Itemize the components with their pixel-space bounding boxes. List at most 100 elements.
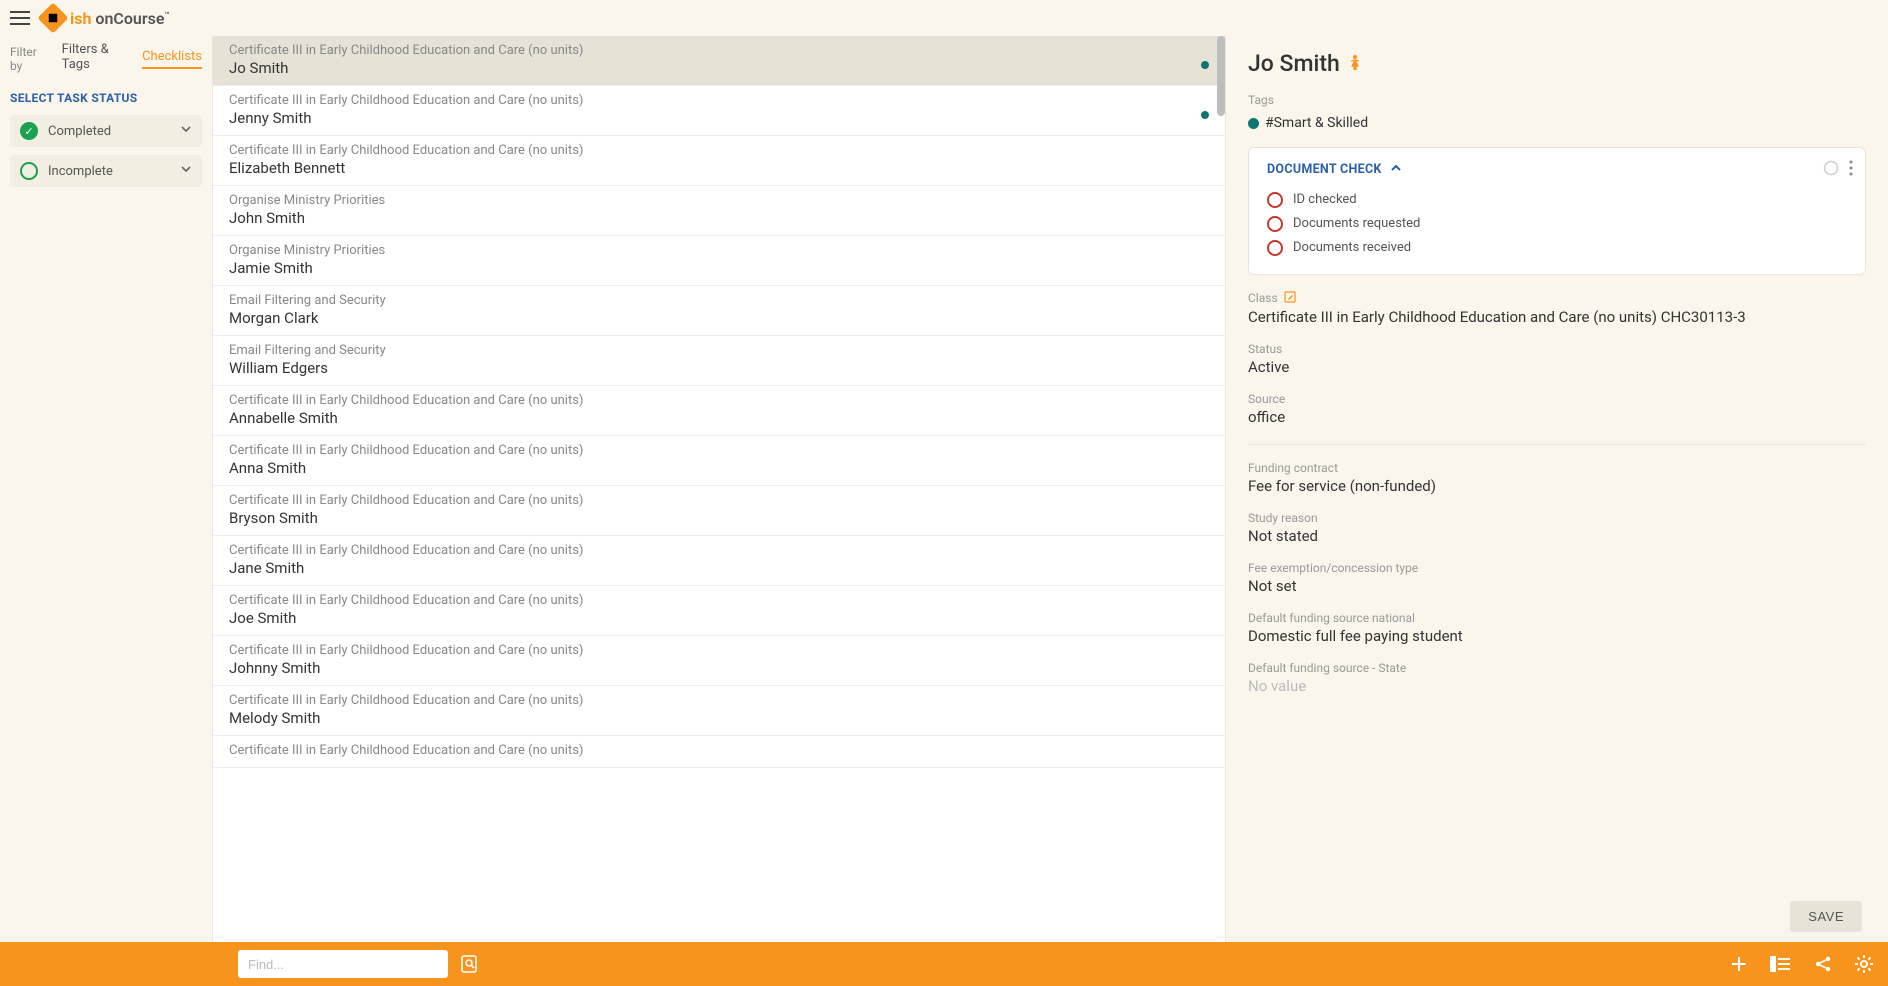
list-item[interactable]: Certificate III in Early Childhood Educa… (213, 36, 1225, 86)
row-course: Certificate III in Early Childhood Educa… (229, 493, 1209, 508)
brand-left: ish (70, 9, 91, 28)
row-person: Johnny Smith (229, 659, 1209, 677)
row-person: Melody Smith (229, 709, 1209, 727)
trademark: ™ (164, 10, 169, 19)
check-label: ID checked (1293, 192, 1357, 207)
unchecked-circle-icon (1267, 216, 1283, 232)
tags-label: Tags (1248, 93, 1866, 107)
filter-tabs: Filter by Filters & Tags Checklists (10, 42, 202, 75)
list-item[interactable]: Certificate III in Early Childhood Educa… (213, 86, 1225, 136)
logo-mark-icon (37, 2, 68, 33)
columns-icon[interactable] (1770, 956, 1792, 972)
gear-icon[interactable] (1854, 954, 1874, 974)
person-icon (1348, 54, 1362, 74)
list-item[interactable]: Certificate III in Early Childhood Educa… (213, 486, 1225, 536)
search-input[interactable] (238, 950, 448, 978)
list-scroll[interactable]: Certificate III in Early Childhood Educa… (213, 36, 1225, 942)
save-button[interactable]: SAVE (1790, 901, 1862, 932)
row-course: Certificate III in Early Childhood Educa… (229, 543, 1209, 558)
filter-by-label: Filter by (10, 45, 44, 73)
status-incomplete[interactable]: Incomplete (10, 155, 202, 187)
field-value: office (1248, 408, 1866, 426)
row-course: Certificate III in Early Childhood Educa… (229, 443, 1209, 458)
check-item[interactable]: ID checked (1267, 188, 1847, 212)
more-vert-icon[interactable] (1849, 160, 1853, 180)
menu-icon[interactable] (10, 11, 30, 25)
list-item[interactable]: Certificate III in Early Childhood Educa… (213, 636, 1225, 686)
list-item[interactable]: Certificate III in Early Childhood Educa… (213, 436, 1225, 486)
field-label: Default funding source - State (1248, 661, 1866, 675)
card-toggle[interactable]: DOCUMENT CHECK (1267, 162, 1847, 178)
row-course: Email Filtering and Security (229, 293, 1209, 308)
row-person: Jamie Smith (229, 259, 1209, 277)
list-item[interactable]: Email Filtering and SecurityWilliam Edge… (213, 336, 1225, 386)
logo: ish onCourse™ (42, 7, 169, 29)
list-item[interactable]: Certificate III in Early Childhood Educa… (213, 686, 1225, 736)
field-label: Fee exemption/concession type (1248, 561, 1866, 575)
field-label: Class (1248, 291, 1866, 306)
tag-dot-icon (1248, 118, 1259, 129)
scrollbar-icon[interactable] (1217, 36, 1225, 116)
find-magnify-icon[interactable] (460, 954, 480, 974)
row-person: Bryson Smith (229, 509, 1209, 527)
check-item[interactable]: Documents received (1267, 236, 1847, 260)
status-completed[interactable]: ✓Completed (10, 115, 202, 147)
unchecked-circle-icon (1267, 240, 1283, 256)
list-item[interactable]: Certificate III in Early Childhood Educa… (213, 136, 1225, 186)
topbar: ish onCourse™ (0, 0, 1888, 36)
chevron-up-icon (1390, 162, 1402, 178)
circle-outline-icon[interactable] (1823, 160, 1839, 180)
tab-checklists[interactable]: Checklists (142, 49, 202, 69)
main: Filter by Filters & Tags Checklists SELE… (0, 36, 1888, 942)
status-dot-icon (1201, 61, 1209, 69)
list-pane: Certificate III in Early Childhood Educa… (212, 36, 1226, 942)
row-person: Morgan Clark (229, 309, 1209, 327)
row-person: Jenny Smith (229, 109, 1209, 127)
chevron-down-icon (180, 163, 192, 179)
check-label: Documents requested (1293, 216, 1420, 231)
row-course: Certificate III in Early Childhood Educa… (229, 393, 1209, 408)
row-course: Certificate III in Early Childhood Educa… (229, 143, 1209, 158)
share-icon[interactable] (1814, 955, 1832, 973)
field-value: Active (1248, 358, 1866, 376)
list-item[interactable]: Certificate III in Early Childhood Educa… (213, 536, 1225, 586)
chevron-down-icon (180, 123, 192, 139)
row-person: Jane Smith (229, 559, 1209, 577)
check-item[interactable]: Documents requested (1267, 212, 1847, 236)
detail-pane: Jo Smith Tags #Smart & Skilled DOCUMENT … (1226, 36, 1888, 942)
list-item[interactable]: Certificate III in Early Childhood Educa… (213, 736, 1225, 768)
incomplete-status-icon (20, 162, 38, 180)
tab-filters-tags[interactable]: Filters & Tags (62, 42, 124, 75)
row-course: Certificate III in Early Childhood Educa… (229, 693, 1209, 708)
field-value: Domestic full fee paying student (1248, 627, 1866, 645)
card-title: DOCUMENT CHECK (1267, 162, 1382, 177)
status-label: Completed (48, 124, 111, 139)
unchecked-circle-icon (1267, 192, 1283, 208)
row-person: John Smith (229, 209, 1209, 227)
list-item[interactable]: Email Filtering and SecurityMorgan Clark (213, 286, 1225, 336)
list-item[interactable]: Organise Ministry PrioritiesJohn Smith (213, 186, 1225, 236)
document-check-card: DOCUMENT CHECK ID checked Documents reque… (1248, 147, 1866, 275)
tag-chip[interactable]: #Smart & Skilled (1248, 115, 1368, 131)
field-label: Source (1248, 392, 1866, 406)
edit-icon[interactable] (1284, 291, 1296, 306)
field-label: Funding contract (1248, 461, 1866, 475)
section-title: SELECT TASK STATUS (10, 91, 202, 105)
row-course: Certificate III in Early Childhood Educa… (229, 43, 1209, 58)
divider (1248, 444, 1866, 445)
list-item[interactable]: Organise Ministry PrioritiesJamie Smith (213, 236, 1225, 286)
row-person: Jo Smith (229, 59, 1209, 77)
list-item[interactable]: Certificate III in Early Childhood Educa… (213, 386, 1225, 436)
field-value: No value (1248, 677, 1866, 695)
field-label: Default funding source national (1248, 611, 1866, 625)
row-person: Anna Smith (229, 459, 1209, 477)
check-label: Documents received (1293, 240, 1411, 255)
add-icon[interactable] (1730, 955, 1748, 973)
detail-title: Jo Smith (1248, 50, 1866, 77)
field-value: Certificate III in Early Childhood Educa… (1248, 308, 1866, 326)
list-item[interactable]: Certificate III in Early Childhood Educa… (213, 586, 1225, 636)
field-label: Status (1248, 342, 1866, 356)
row-course: Certificate III in Early Childhood Educa… (229, 93, 1209, 108)
row-course: Organise Ministry Priorities (229, 193, 1209, 208)
row-person: Annabelle Smith (229, 409, 1209, 427)
